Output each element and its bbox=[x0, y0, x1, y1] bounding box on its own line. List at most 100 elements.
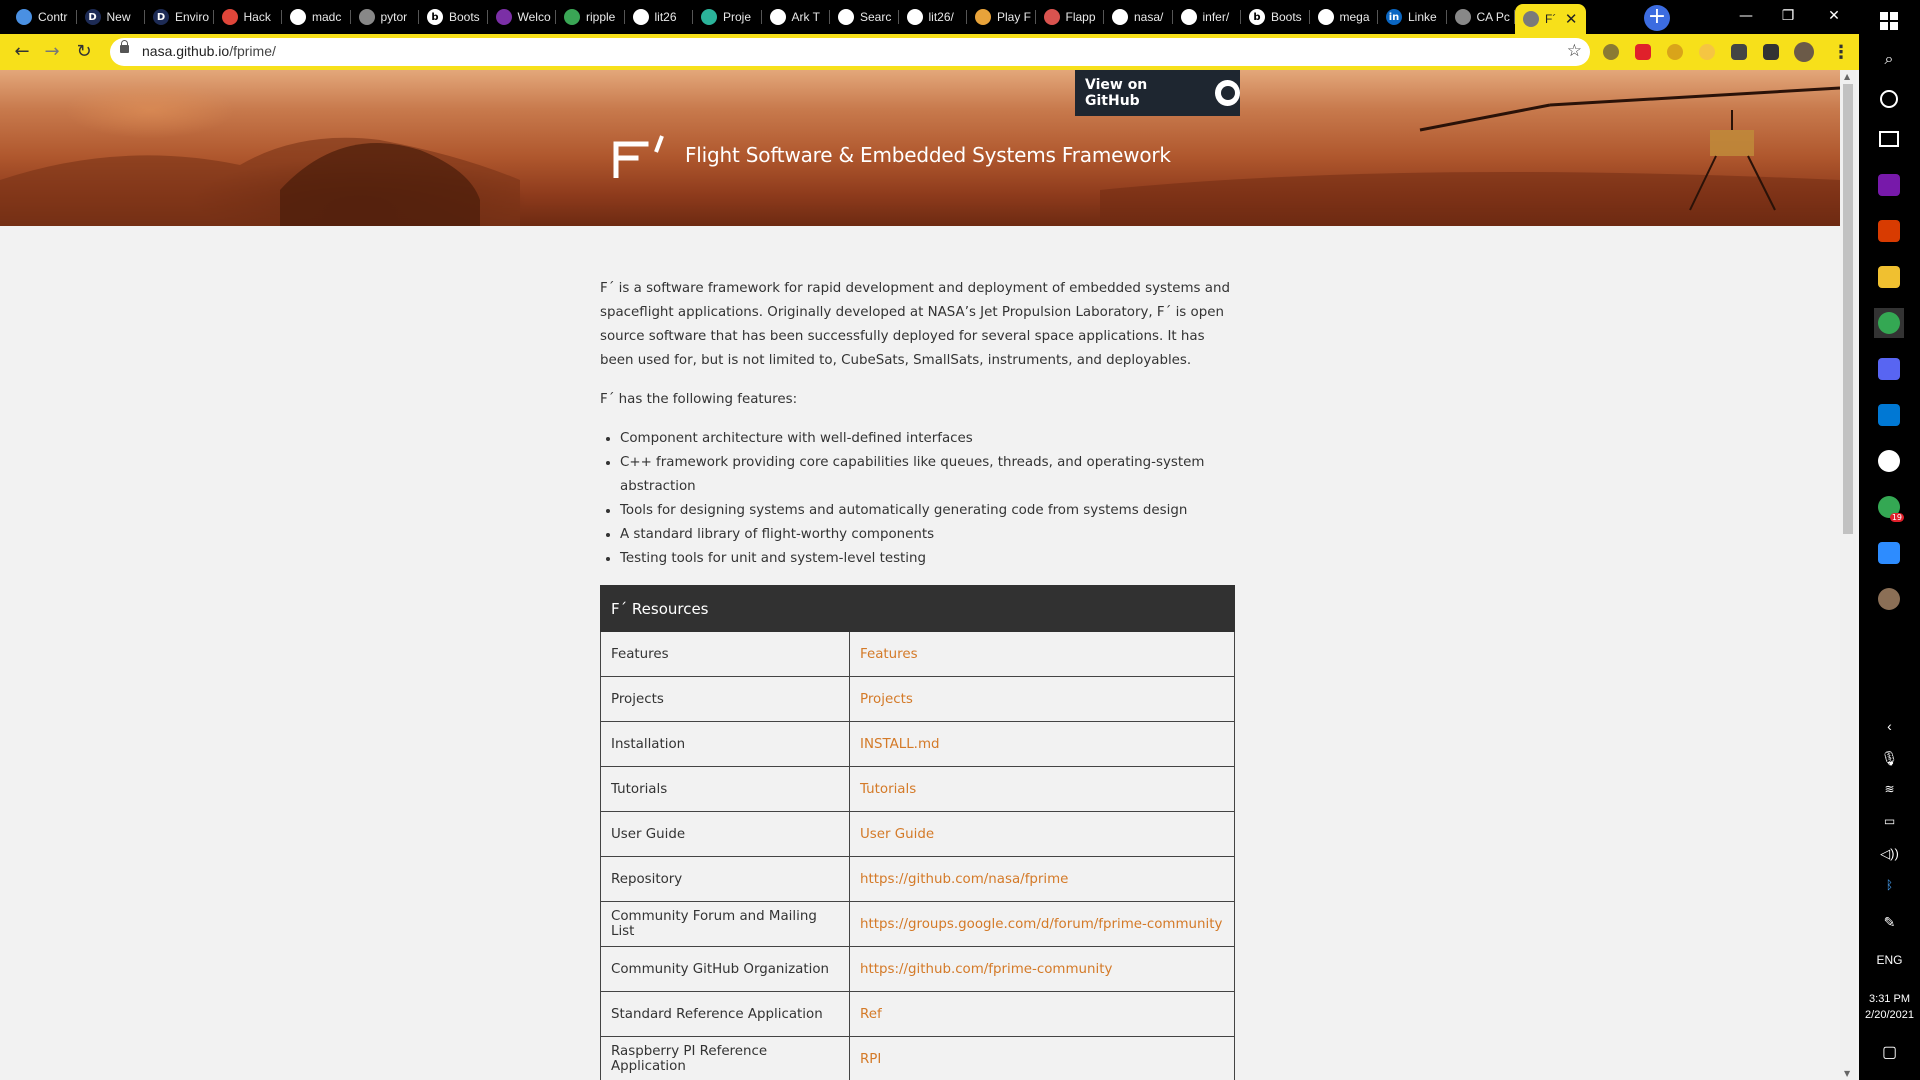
tab-title: Play F bbox=[997, 10, 1032, 24]
new-tab-button[interactable]: + bbox=[1644, 5, 1670, 31]
feature-item: C++ framework providing core capabilitie… bbox=[620, 451, 1235, 499]
extension-tool-icon[interactable] bbox=[1731, 44, 1747, 60]
browser-tab[interactable]: b Boots bbox=[1241, 5, 1310, 29]
scrollbar-thumb[interactable] bbox=[1843, 84, 1853, 534]
wifi-icon[interactable]: ≋ bbox=[1859, 782, 1920, 796]
browser-tab[interactable]: D Enviro bbox=[145, 5, 214, 29]
cortana-icon[interactable] bbox=[1874, 84, 1904, 114]
tab-title: Enviro bbox=[175, 10, 210, 24]
game-app-icon[interactable] bbox=[1874, 584, 1904, 614]
browser-tab[interactable]: lit26/ bbox=[899, 5, 968, 29]
tab-favicon-icon: b bbox=[1249, 9, 1265, 25]
action-center-icon[interactable]: ▢ bbox=[1859, 1042, 1920, 1062]
browser-tab[interactable]: infer/ bbox=[1173, 5, 1242, 29]
microphone-icon[interactable]: 🎙 bbox=[1859, 750, 1920, 767]
onenote-icon[interactable] bbox=[1874, 170, 1904, 200]
resource-link[interactable]: RPI bbox=[849, 1036, 1235, 1080]
browser-tab[interactable]: nasa/ bbox=[1104, 5, 1173, 29]
resource-link[interactable]: https://groups.google.com/d/forum/fprime… bbox=[849, 901, 1235, 947]
browser-tab[interactable]: mega bbox=[1310, 5, 1379, 29]
close-window-button[interactable]: ✕ bbox=[1810, 2, 1858, 30]
browser-tab[interactable]: Searc bbox=[830, 5, 899, 29]
view-on-github-button[interactable]: View on GitHub bbox=[1075, 70, 1240, 116]
extension-leaf-icon[interactable] bbox=[1603, 44, 1619, 60]
table-row: Repository https://github.com/nasa/fprime bbox=[600, 856, 1235, 902]
bookmark-star-icon[interactable]: ☆ bbox=[1567, 41, 1582, 61]
browser-tab[interactable]: Flapp bbox=[1036, 5, 1105, 29]
language-indicator[interactable]: ENG bbox=[1859, 953, 1920, 967]
browser-tab[interactable]: Hack bbox=[214, 5, 283, 29]
restore-button[interactable]: ❐ bbox=[1764, 2, 1812, 30]
notification-app-icon[interactable]: 19 bbox=[1874, 492, 1904, 522]
tab-favicon-icon bbox=[838, 9, 854, 25]
back-arrow-icon[interactable]: ← bbox=[10, 40, 34, 64]
browser-tab[interactable]: Contr bbox=[8, 5, 77, 29]
features-heading: F´ has the following features: bbox=[600, 392, 798, 407]
clock-time[interactable]: 3:31 PM bbox=[1859, 993, 1920, 1005]
zoom-icon[interactable] bbox=[1874, 538, 1904, 568]
resource-link[interactable]: Ref bbox=[849, 991, 1235, 1037]
address-bar[interactable]: nasa.github.io/fprime/ ☆ bbox=[110, 38, 1590, 66]
pen-icon[interactable]: ✎ bbox=[1859, 914, 1920, 931]
resource-name: User Guide bbox=[600, 811, 850, 857]
scroll-down-arrow-icon[interactable]: ▼ bbox=[1844, 1069, 1850, 1078]
extension-video-icon[interactable] bbox=[1635, 44, 1651, 60]
browser-tab[interactable]: Proje bbox=[693, 5, 762, 29]
resource-name: Raspberry PI Reference Application bbox=[600, 1036, 850, 1080]
task-view-icon[interactable] bbox=[1874, 124, 1904, 154]
volume-icon[interactable]: ◁)) bbox=[1859, 846, 1920, 862]
extension-bug-icon[interactable] bbox=[1667, 44, 1683, 60]
resource-link[interactable]: INSTALL.md bbox=[849, 721, 1235, 767]
resource-link[interactable]: Features bbox=[849, 631, 1235, 677]
browser-tab[interactable]: ripple bbox=[556, 5, 625, 29]
tab-title: lit26 bbox=[654, 10, 677, 24]
show-hidden-icons-chevron-icon[interactable]: ‹ bbox=[1859, 718, 1920, 734]
office-icon[interactable] bbox=[1874, 216, 1904, 246]
browser-tab[interactable]: CA Pc bbox=[1447, 5, 1516, 29]
scroll-up-arrow-icon[interactable]: ▲ bbox=[1844, 72, 1850, 81]
browser-tab[interactable]: pytor bbox=[351, 5, 420, 29]
resource-name: Projects bbox=[600, 676, 850, 722]
extensions-puzzle-icon[interactable] bbox=[1763, 44, 1779, 60]
profile-avatar[interactable] bbox=[1794, 42, 1814, 62]
tab-active[interactable]: F´ ✕ bbox=[1515, 4, 1586, 34]
browser-tab[interactable]: Welco bbox=[488, 5, 557, 29]
tab-title: Flapp bbox=[1065, 10, 1096, 24]
resource-link[interactable]: Projects bbox=[849, 676, 1235, 722]
tab-favicon-icon bbox=[701, 9, 717, 25]
resource-link[interactable]: https://github.com/nasa/fprime bbox=[849, 856, 1235, 902]
windows-start-icon[interactable] bbox=[1874, 6, 1904, 36]
battery-icon[interactable]: ▭ bbox=[1859, 814, 1920, 828]
browser-tab[interactable]: madc bbox=[282, 5, 351, 29]
resource-link[interactable]: User Guide bbox=[849, 811, 1235, 857]
extension-gear-icon[interactable] bbox=[1699, 44, 1715, 60]
spotify-icon[interactable] bbox=[1874, 446, 1904, 476]
browser-menu-icon[interactable]: ⋮ bbox=[1832, 42, 1850, 63]
search-icon[interactable]: ⌕ bbox=[1874, 44, 1904, 74]
browser-tab[interactable]: in Linke bbox=[1378, 5, 1447, 29]
site-title: Flight Software & Embedded Systems Frame… bbox=[685, 143, 1171, 167]
browser-tab[interactable]: Play F bbox=[967, 5, 1036, 29]
resource-link[interactable]: https://github.com/fprime-community bbox=[849, 946, 1235, 992]
browser-tab[interactable]: Ark T bbox=[762, 5, 831, 29]
reload-icon[interactable]: ↻ bbox=[72, 40, 96, 64]
chrome-icon[interactable] bbox=[1874, 308, 1904, 338]
file-explorer-icon[interactable] bbox=[1874, 262, 1904, 292]
minimize-button[interactable]: — bbox=[1722, 2, 1770, 30]
tab-title: Ark T bbox=[791, 10, 820, 24]
table-row: Features Features bbox=[600, 631, 1235, 677]
tab-favicon-icon bbox=[632, 9, 649, 25]
browser-tab[interactable]: D New bbox=[77, 5, 146, 29]
resource-link[interactable]: Tutorials bbox=[849, 766, 1235, 812]
browser-tab[interactable]: lit26 bbox=[625, 5, 694, 29]
bluetooth-icon[interactable]: ᛒ bbox=[1859, 878, 1920, 892]
forward-arrow-icon[interactable]: → bbox=[40, 40, 64, 64]
url-text[interactable]: nasa.github.io/fprime/ bbox=[142, 43, 276, 59]
browser-tab[interactable]: b Boots bbox=[419, 5, 488, 29]
main-content: F´ is a software framework for rapid dev… bbox=[600, 277, 1235, 586]
close-tab-icon[interactable]: ✕ bbox=[1565, 10, 1578, 28]
clock-date[interactable]: 2/20/2021 bbox=[1859, 1009, 1920, 1021]
page-scrollbar[interactable]: ▲ ▼ bbox=[1840, 70, 1856, 1080]
vscode-icon[interactable] bbox=[1874, 400, 1904, 430]
discord-icon[interactable] bbox=[1874, 354, 1904, 384]
